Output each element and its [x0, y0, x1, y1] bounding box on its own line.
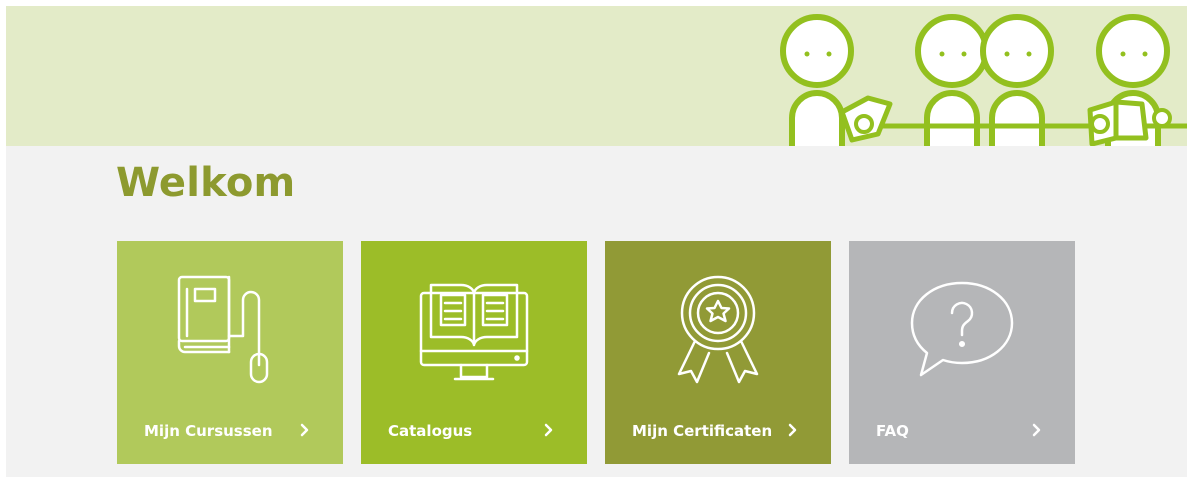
chevron-right-icon: [788, 423, 797, 437]
award-ribbon-icon: [677, 275, 759, 384]
tile-label: FAQ: [876, 422, 909, 440]
tile-faq[interactable]: FAQ: [849, 241, 1075, 464]
tile-label: Mijn Certificaten: [632, 422, 773, 440]
chevron-right-icon: [544, 423, 553, 437]
tile-mijn-certificaten[interactable]: Mijn Certificaten: [605, 241, 831, 464]
page-title: Welkom: [116, 160, 296, 206]
monitor-book-icon: [419, 283, 529, 381]
question-bubble-icon: [910, 281, 1014, 377]
header-banner: [6, 6, 1187, 146]
people-reading-illustration: [780, 14, 1187, 146]
book-mouse-icon: [177, 275, 269, 384]
chevron-right-icon: [300, 423, 309, 437]
tile-mijn-cursussen[interactable]: Mijn Cursussen: [117, 241, 343, 464]
chevron-right-icon: [1032, 423, 1041, 437]
tile-label: Catalogus: [388, 422, 473, 440]
tile-catalogus[interactable]: Catalogus: [361, 241, 587, 464]
tile-label: Mijn Cursussen: [144, 422, 273, 440]
page-frame: Welkom Mijn Cursussen Catalogus Mijn Cer…: [6, 6, 1187, 477]
